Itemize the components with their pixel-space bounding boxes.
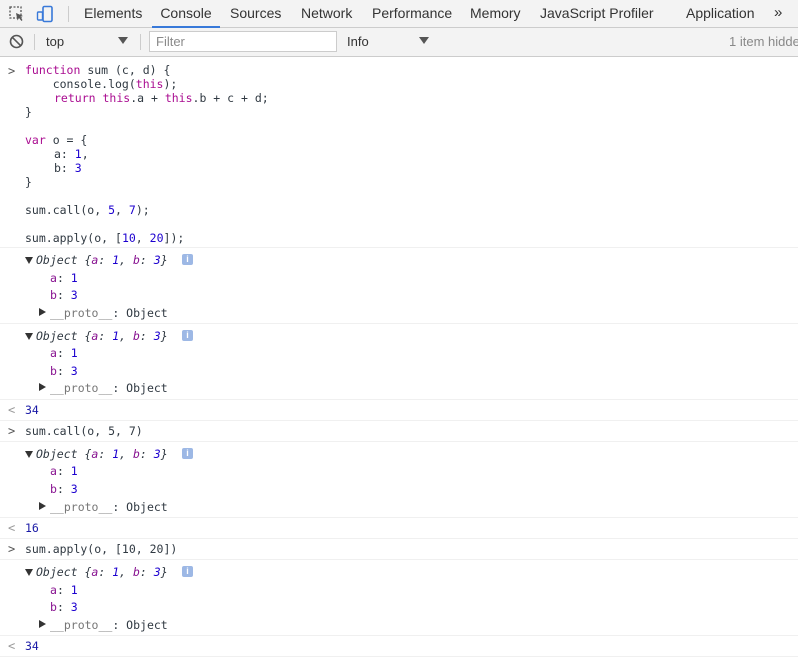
tab-elements[interactable]: Elements [84, 0, 142, 27]
console-log-object: Object {a: 1, b: 3} i a: 1 b: 3 __proto_… [0, 324, 798, 400]
code-line: return this.a + this.b + c + d; [54, 91, 269, 105]
object-preview[interactable]: Object {a: 1, b: 3} [36, 253, 168, 267]
info-icon[interactable]: i [182, 254, 193, 265]
object-property: a: 1 [50, 464, 78, 478]
clear-console-icon[interactable] [9, 34, 24, 49]
object-preview[interactable]: Object {a: 1, b: 3} [36, 447, 168, 461]
expand-triangle-icon[interactable] [39, 308, 46, 316]
expand-triangle-icon[interactable] [39, 620, 46, 628]
result-chevron-icon: < [8, 521, 16, 535]
log-level-selector[interactable]: Info [347, 28, 369, 56]
toolbar-divider [34, 34, 35, 50]
expand-triangle-icon[interactable] [25, 451, 33, 458]
object-property: a: 1 [50, 346, 78, 360]
prompt-chevron-icon: > [8, 542, 16, 556]
console-result: < 34 [0, 400, 798, 421]
chevron-down-icon[interactable] [419, 37, 429, 44]
code-line: a: 1, [54, 147, 89, 161]
info-icon[interactable]: i [182, 330, 193, 341]
tab-application[interactable]: Application [686, 0, 755, 27]
object-proto[interactable]: __proto__: Object [50, 381, 168, 395]
tab-memory[interactable]: Memory [470, 0, 521, 27]
more-tabs-button[interactable]: » [774, 0, 782, 26]
console-log-object: Object {a: 1, b: 3} i a: 1 b: 3 __proto_… [0, 248, 798, 324]
expand-triangle-icon[interactable] [25, 333, 33, 340]
devtools-tabbar: Elements Console Sources Network Perform… [0, 0, 798, 28]
code-line: } [25, 175, 32, 189]
object-property: b: 3 [50, 600, 78, 614]
object-proto[interactable]: __proto__: Object [50, 306, 168, 320]
toolbar-divider [140, 34, 141, 50]
object-proto[interactable]: __proto__: Object [50, 618, 168, 632]
object-property: b: 3 [50, 288, 78, 302]
console-log-object: Object {a: 1, b: 3} i a: 1 b: 3 __proto_… [0, 442, 798, 518]
result-chevron-icon: < [8, 403, 16, 417]
tab-console[interactable]: Console [152, 0, 220, 28]
info-icon[interactable]: i [182, 566, 193, 577]
prompt-chevron-icon: > [8, 64, 16, 78]
command-text: sum.call(o, 5, 7) [25, 424, 143, 438]
hidden-items-note: 1 item hidde [729, 34, 798, 49]
console-input-message: > sum.call(o, 5, 7) [0, 421, 798, 442]
expand-triangle-icon[interactable] [39, 383, 46, 391]
console-log-object: Object {a: 1, b: 3} i a: 1 b: 3 __proto_… [0, 560, 798, 636]
object-preview[interactable]: Object {a: 1, b: 3} [36, 565, 168, 579]
code-line: b: 3 [54, 161, 82, 175]
object-property: a: 1 [50, 583, 78, 597]
object-property: b: 3 [50, 364, 78, 378]
console-toolbar: top Info 1 item hidde [0, 28, 798, 57]
code-line: } [25, 105, 32, 119]
object-proto[interactable]: __proto__: Object [50, 500, 168, 514]
expand-triangle-icon[interactable] [25, 569, 33, 576]
object-property: a: 1 [50, 271, 78, 285]
inspect-element-icon[interactable] [8, 5, 26, 23]
console-output[interactable]: > function sum (c, d) { console.log(this… [0, 57, 798, 657]
expand-triangle-icon[interactable] [39, 502, 46, 510]
context-selector[interactable]: top [46, 28, 64, 56]
code-line: function sum (c, d) { [25, 63, 171, 77]
code-line: var o = { [25, 133, 88, 147]
console-input-message: > function sum (c, d) { console.log(this… [0, 57, 798, 248]
tab-javascript-profiler[interactable]: JavaScript Profiler [540, 0, 654, 27]
result-chevron-icon: < [8, 639, 16, 653]
result-value: 34 [25, 403, 39, 417]
toolbar-divider [68, 6, 69, 22]
code-line: console.log(this); [25, 77, 178, 91]
result-value: 34 [25, 639, 39, 653]
object-preview[interactable]: Object {a: 1, b: 3} [36, 329, 168, 343]
console-result: < 16 [0, 518, 798, 539]
tab-performance[interactable]: Performance [372, 0, 452, 27]
object-property: b: 3 [50, 482, 78, 496]
filter-input[interactable] [149, 31, 337, 52]
tab-sources[interactable]: Sources [230, 0, 281, 27]
chevron-down-icon[interactable] [118, 37, 128, 44]
code-line: sum.call(o, 5, 7); [25, 203, 150, 217]
result-value: 16 [25, 521, 39, 535]
console-result: < 34 [0, 636, 798, 657]
device-toolbar-icon[interactable] [36, 5, 54, 23]
expand-triangle-icon[interactable] [25, 257, 33, 264]
code-line: sum.apply(o, [10, 20]); [25, 231, 185, 245]
prompt-chevron-icon: > [8, 424, 16, 438]
info-icon[interactable]: i [182, 448, 193, 459]
command-text: sum.apply(o, [10, 20]) [25, 542, 178, 556]
tab-network[interactable]: Network [301, 0, 352, 27]
console-input-message: > sum.apply(o, [10, 20]) [0, 539, 798, 560]
